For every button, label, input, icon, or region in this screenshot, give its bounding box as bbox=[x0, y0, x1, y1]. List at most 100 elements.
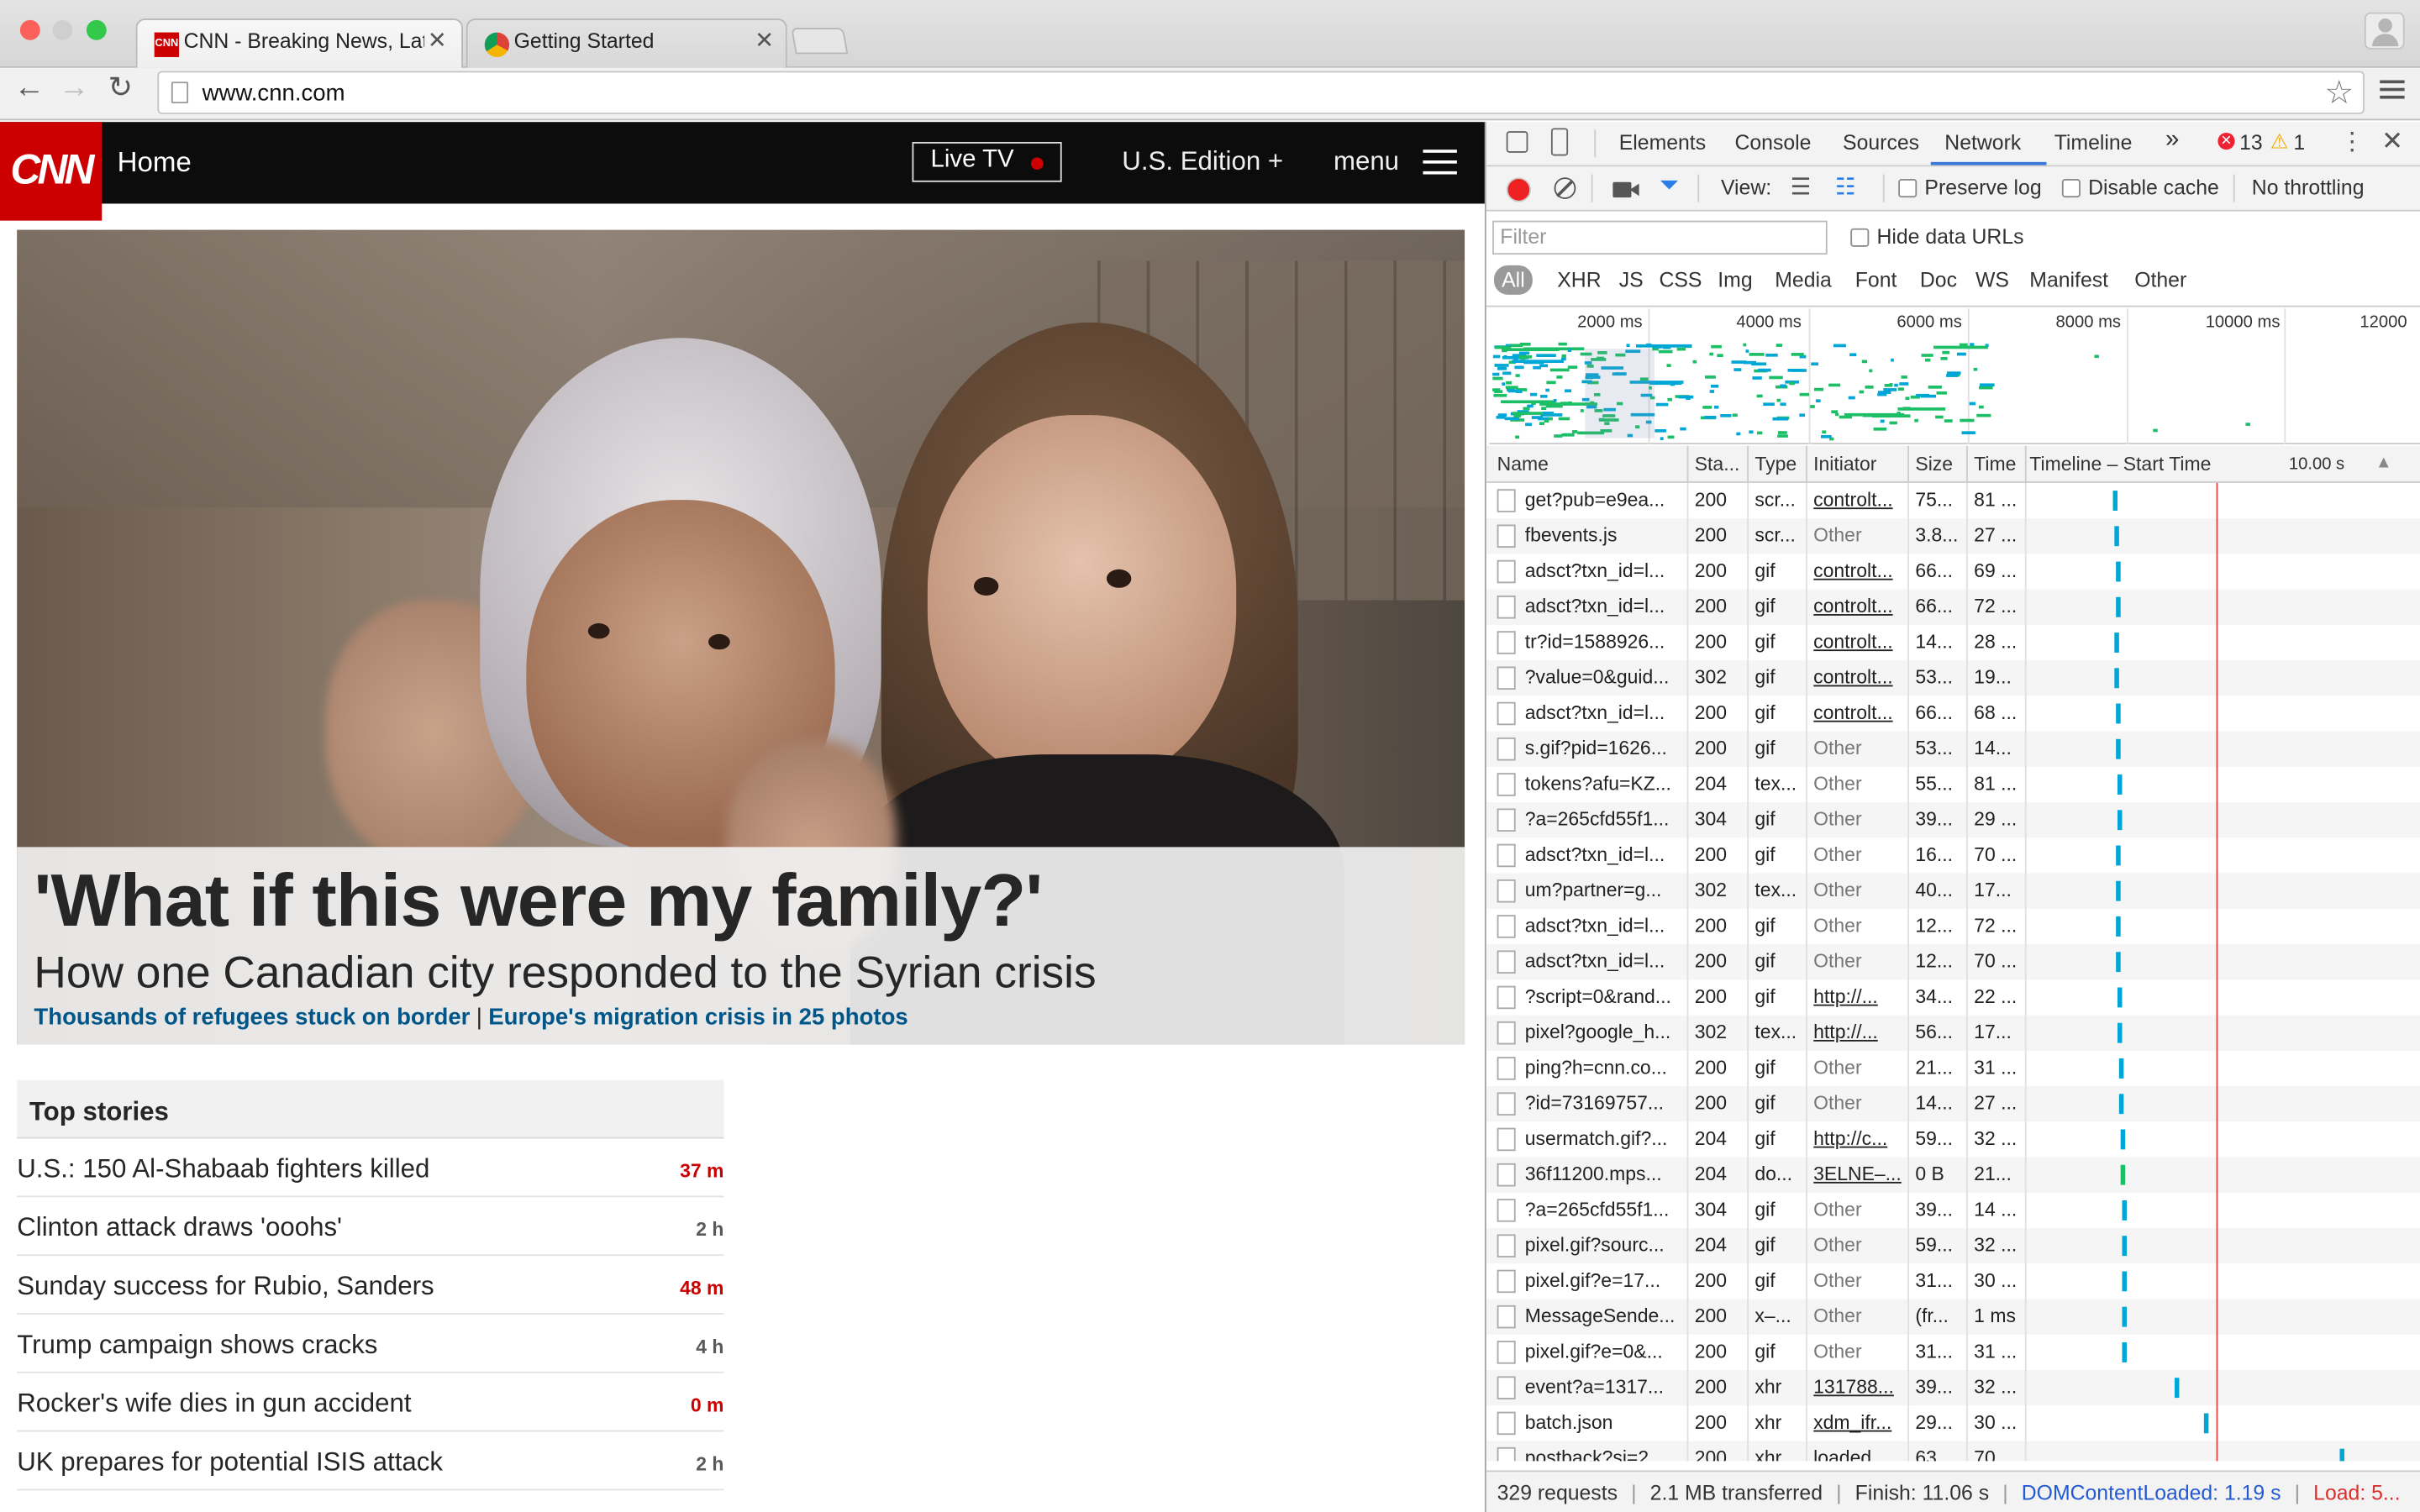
request-initiator[interactable]: loaded... bbox=[1813, 1447, 1906, 1462]
zoom-window-button[interactable] bbox=[86, 19, 107, 40]
clear-icon[interactable] bbox=[1554, 177, 1576, 199]
hamburger-menu-icon[interactable] bbox=[1423, 150, 1457, 182]
story-headline[interactable]: Clinton attack draws 'ooohs' bbox=[17, 1213, 342, 1244]
filter-type-manifest[interactable]: Manifest bbox=[2022, 265, 2116, 295]
story-headline[interactable]: UK prepares for potential ISIS attack bbox=[17, 1447, 443, 1478]
filter-type-doc[interactable]: Doc bbox=[1912, 265, 1965, 295]
related-link[interactable]: Europe's migration crisis in 25 photos bbox=[488, 1005, 908, 1031]
request-row[interactable]: ?script=0&rand... 200 gif http://... 34... 22… bbox=[1486, 979, 2420, 1016]
request-initiator[interactable]: http://... bbox=[1813, 1021, 1906, 1043]
request-row[interactable]: adsct?txn_id=l... 200 gif controlt... 66... 6… bbox=[1486, 696, 2420, 732]
filter-type-font[interactable]: Font bbox=[1848, 265, 1905, 295]
record-button[interactable] bbox=[1507, 179, 1530, 201]
request-row[interactable]: adsct?txn_id=l... 200 gif Other 12... 72 ... bbox=[1486, 908, 2420, 945]
story-headline[interactable]: Rocker's wife dies in gun accident bbox=[17, 1389, 411, 1420]
request-row[interactable]: adsct?txn_id=l... 200 gif controlt... 66... 6… bbox=[1486, 554, 2420, 590]
request-row[interactable]: ?id=73169757... 200 gif Other 14... 27 ... bbox=[1486, 1086, 2420, 1122]
request-row[interactable]: pixel?google_h... 302 tex... http://... 56..… bbox=[1486, 1015, 2420, 1051]
filter-type-js[interactable]: JS bbox=[1612, 265, 1651, 295]
capture-screenshots-icon[interactable] bbox=[1612, 181, 1632, 198]
minimize-window-button[interactable] bbox=[52, 19, 73, 40]
tab-close-icon[interactable]: ✕ bbox=[428, 26, 447, 54]
chrome-menu-icon[interactable] bbox=[2380, 80, 2405, 104]
tab-cnn[interactable]: CNN CNN - Breaking News, Late ✕ bbox=[135, 18, 464, 68]
sort-ascending-icon[interactable]: ▲ bbox=[2375, 454, 2392, 472]
filter-icon[interactable]: ⏷ bbox=[1659, 173, 1679, 201]
new-tab-button[interactable] bbox=[791, 28, 849, 55]
request-row[interactable]: adsct?txn_id=l... 200 gif Other 16... 70 ... bbox=[1486, 837, 2420, 874]
filter-type-css[interactable]: CSS bbox=[1651, 265, 1709, 295]
filter-input[interactable]: Filter bbox=[1492, 220, 1828, 255]
request-row[interactable]: adsct?txn_id=l... 200 gif Other 12... 70 ... bbox=[1486, 944, 2420, 980]
request-row[interactable]: MessageSende... 200 x–... Other (fr... 1 ms bbox=[1486, 1299, 2420, 1335]
col-size[interactable]: Size bbox=[1915, 454, 1953, 475]
request-row[interactable]: event?a=1317... 200 xhr 131788... 39... 32 ..… bbox=[1486, 1370, 2420, 1406]
overview-icon[interactable]: ☷ bbox=[1835, 173, 1856, 201]
close-devtools-icon[interactable]: ✕ bbox=[2381, 127, 2403, 158]
live-tv-button[interactable]: Live TV bbox=[912, 141, 1062, 182]
menu-link[interactable]: menu bbox=[1334, 146, 1399, 177]
request-row[interactable]: 36f11200.mps... 204 do... 3ELNE–... 0 B 21... bbox=[1486, 1157, 2420, 1193]
request-initiator[interactable]: 131788... bbox=[1813, 1376, 1906, 1398]
request-row[interactable]: tokens?afu=KZ... 204 tex... Other 55... 81 ..… bbox=[1486, 766, 2420, 803]
request-row[interactable]: pixel.gif?e=17... 200 gif Other 31... 30 ... bbox=[1486, 1263, 2420, 1299]
profile-icon[interactable] bbox=[2364, 12, 2405, 50]
filter-type-media[interactable]: Media bbox=[1767, 265, 1839, 295]
request-initiator[interactable]: http://c... bbox=[1813, 1128, 1906, 1150]
devtools-menu-icon[interactable]: ⋮ bbox=[2339, 127, 2364, 158]
request-row[interactable]: ping?h=cnn.co... 200 gif Other 21... 31 ... bbox=[1486, 1050, 2420, 1087]
tab-close-icon[interactable]: ✕ bbox=[755, 26, 774, 54]
story-row[interactable]: Clinton attack draws 'ooohs' 2 h bbox=[17, 1197, 723, 1257]
tab-console[interactable]: Console bbox=[1734, 131, 1811, 155]
request-initiator[interactable]: controlt... bbox=[1813, 596, 1906, 617]
request-initiator[interactable]: xdm_ifr... bbox=[1813, 1412, 1906, 1434]
request-initiator[interactable]: controlt... bbox=[1813, 702, 1906, 724]
network-overview[interactable]: 2000 ms 4000 ms 6000 ms 8000 ms 10000 ms… bbox=[1489, 308, 2420, 444]
request-row[interactable]: adsct?txn_id=l... 200 gif controlt... 66... 7… bbox=[1486, 589, 2420, 625]
request-row[interactable]: tr?id=1588926... 200 gif controlt... 14... 28… bbox=[1486, 624, 2420, 661]
device-mode-icon[interactable] bbox=[1550, 128, 1569, 156]
filter-type-ws[interactable]: WS bbox=[1968, 265, 2017, 295]
disable-cache-checkbox[interactable] bbox=[2061, 179, 2081, 198]
address-bar[interactable]: www.cnn.com ☆ bbox=[157, 71, 2365, 114]
back-arrow-icon[interactable]: ← bbox=[14, 71, 45, 106]
hero-subhead[interactable]: How one Canadian city responded to the S… bbox=[34, 949, 1096, 1000]
col-timeline[interactable]: Timeline – Start Time bbox=[2029, 454, 2211, 475]
request-initiator[interactable]: controlt... bbox=[1813, 560, 1906, 582]
hide-data-urls-checkbox[interactable] bbox=[1850, 228, 1870, 247]
request-row[interactable]: ?value=0&guid... 302 gif controlt... 53... 19… bbox=[1486, 660, 2420, 696]
col-time[interactable]: Time bbox=[1974, 454, 2016, 475]
story-row[interactable]: Sunday success for Rubio, Sanders 48 m bbox=[17, 1256, 723, 1315]
tab-sources[interactable]: Sources bbox=[1843, 131, 1919, 155]
request-row[interactable]: s.gif?pid=1626... 200 gif Other 53... 14... bbox=[1486, 731, 2420, 767]
col-type[interactable]: Type bbox=[1754, 454, 1797, 475]
request-row[interactable]: postback?si=2... 200 xhr loaded... 63... 70 .… bbox=[1486, 1441, 2420, 1462]
forward-arrow-icon[interactable]: → bbox=[59, 71, 90, 106]
error-count[interactable]: 13 bbox=[2239, 131, 2263, 155]
request-row[interactable]: pixel.gif?sourc... 204 gif Other 59... 32 ... bbox=[1486, 1228, 2420, 1264]
hero-headline[interactable]: 'What if this were my family?' bbox=[34, 859, 1043, 944]
story-headline[interactable]: Trump campaign shows cracks bbox=[17, 1330, 377, 1361]
col-name[interactable]: Name bbox=[1497, 454, 1549, 475]
story-row[interactable]: U.S.: 150 Al-Shabaab fighters killed 37 m bbox=[17, 1139, 723, 1198]
filter-type-all[interactable]: All bbox=[1493, 265, 1533, 295]
preserve-log-checkbox[interactable] bbox=[1898, 179, 1918, 198]
cnn-logo[interactable]: CNN bbox=[0, 122, 103, 221]
col-initiator[interactable]: Initiator bbox=[1813, 454, 1876, 475]
story-headline[interactable]: U.S.: 150 Al-Shabaab fighters killed bbox=[17, 1154, 429, 1185]
related-link[interactable]: Thousands of refugees stuck on border bbox=[34, 1005, 470, 1031]
tab-elements[interactable]: Elements bbox=[1619, 131, 1706, 155]
request-row[interactable]: ?a=265cfd55f1... 304 gif Other 39... 14 ... bbox=[1486, 1192, 2420, 1229]
request-initiator[interactable]: controlt... bbox=[1813, 489, 1906, 511]
request-row[interactable]: fbevents.js 200 scr... Other 3.8... 27 ... bbox=[1486, 518, 2420, 554]
request-initiator[interactable]: 3ELNE–... bbox=[1813, 1163, 1906, 1185]
warning-count[interactable]: 1 bbox=[2293, 131, 2305, 155]
request-row[interactable]: usermatch.gif?... 204 gif http://c... 59... 3… bbox=[1486, 1121, 2420, 1158]
request-row[interactable]: um?partner=g... 302 tex... Other 40... 17... bbox=[1486, 873, 2420, 909]
close-window-button[interactable] bbox=[19, 19, 40, 40]
story-row[interactable]: UK prepares for potential ISIS attack 2 h bbox=[17, 1431, 723, 1491]
large-rows-icon[interactable]: ☰ bbox=[1791, 173, 1812, 201]
filter-type-xhr[interactable]: XHR bbox=[1549, 265, 1609, 295]
tab-network[interactable]: Network bbox=[1944, 131, 2021, 155]
request-row[interactable]: batch.json 200 xhr xdm_ifr... 29... 30 ... bbox=[1486, 1405, 2420, 1441]
